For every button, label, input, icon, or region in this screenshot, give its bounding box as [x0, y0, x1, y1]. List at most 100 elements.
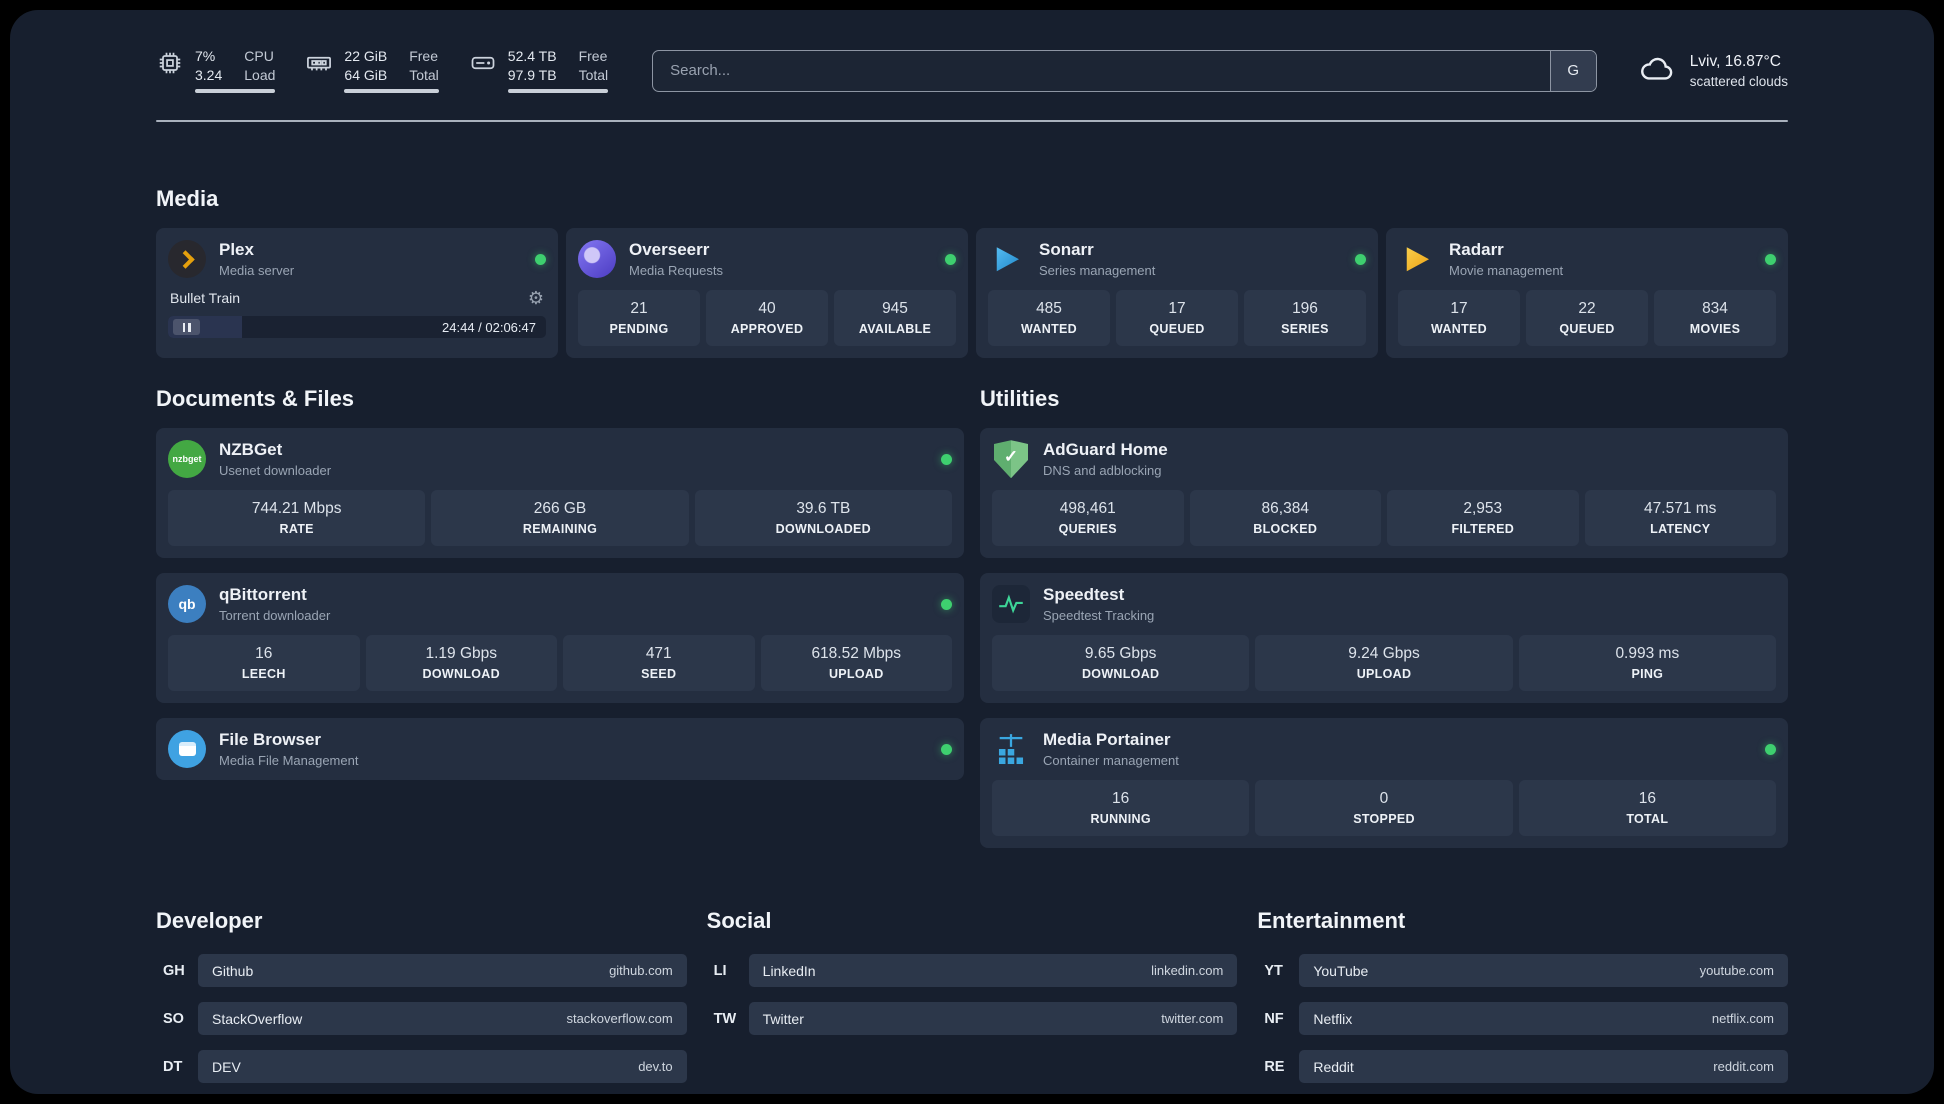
bookmark-link-twitter[interactable]: Twitter twitter.com [748, 1002, 1238, 1036]
stat-label: DOWNLOAD [1081, 667, 1160, 682]
app-card-plex[interactable]: Plex Media server Bullet Train ⚙ 24:44 /… [156, 228, 558, 359]
stat-value: 834 [1702, 300, 1728, 318]
stat-tile: 9.24 Gbps UPLOAD [1255, 635, 1513, 692]
stat-label: PENDING [609, 322, 669, 337]
gear-icon[interactable]: ⚙ [528, 289, 544, 307]
disk-total-value: 97.9 TB [507, 67, 557, 84]
app-card-portainer[interactable]: Media Portainer Container management 16 … [980, 718, 1788, 849]
stat-tile: 17 WANTED [1398, 290, 1520, 347]
section-media: Media Plex Media server Bullet Train ⚙ 2… [156, 186, 1788, 359]
cloud-icon [1637, 52, 1677, 89]
bookmark-row: LI LinkedIn linkedin.com [707, 954, 1238, 988]
stat-value: 2,953 [1463, 500, 1503, 518]
stat-value: 196 [1292, 300, 1318, 318]
qbittorrent-icon: qb [168, 585, 206, 624]
stat-tile: 39.6 TB DOWNLOADED [694, 490, 952, 547]
bookmark-link-youtube[interactable]: YouTube youtube.com [1299, 954, 1788, 988]
bookmark-group-social: Social LI LinkedIn linkedin.com TW Twitt… [707, 908, 1238, 1050]
bookmark-abbr: TW [713, 1010, 737, 1027]
bookmark-link-linkedin[interactable]: LinkedIn linkedin.com [748, 954, 1238, 988]
playback-progress-bar[interactable]: 24:44 / 02:06:47 [168, 316, 546, 339]
search-input[interactable] [653, 50, 1550, 91]
stat-value: 16 [1638, 790, 1656, 808]
app-name: NZBGet [219, 440, 283, 460]
app-card-radarr[interactable]: Radarr Movie management 17 WANTED 22 QUE… [1386, 228, 1788, 359]
stat-label: QUERIES [1058, 522, 1117, 537]
stat-value: 39.6 TB [796, 500, 851, 518]
bookmark-abbr: NF [1264, 1010, 1284, 1027]
app-desc: Media File Management [219, 753, 359, 769]
app-card-overseerr[interactable]: Overseerr Media Requests 21 PENDING 40 A… [566, 228, 968, 359]
ram-total-value: 64 GiB [344, 67, 388, 84]
stat-tile: 21 PENDING [578, 290, 700, 347]
section-documents: Documents & Files nzbget NZBGet Usenet d… [156, 386, 964, 781]
top-bar: 7% 3.24 CPU Load 22 GiB 64 GiB Free Tota… [156, 10, 1788, 94]
app-name: Speedtest [1043, 585, 1125, 605]
app-card-speedtest[interactable]: Speedtest Speedtest Tracking 9.65 Gbps D… [980, 573, 1788, 704]
stat-label: FILTERED [1451, 522, 1515, 537]
stat-label: WANTED [1021, 322, 1077, 337]
app-card-sonarr[interactable]: Sonarr Series management 485 WANTED 17 Q… [976, 228, 1378, 359]
bookmark-abbr: SO [163, 1010, 184, 1027]
stat-tile: 86,384 BLOCKED [1189, 490, 1381, 547]
stat-label: AVAILABLE [858, 322, 932, 337]
bookmark-link-stackoverflow[interactable]: StackOverflow stackoverflow.com [198, 1002, 687, 1036]
stat-value: 47.571 ms [1644, 500, 1717, 518]
app-desc: DNS and adblocking [1043, 463, 1162, 479]
playback-time: 24:44 / 02:06:47 [442, 319, 536, 335]
status-dot [941, 453, 952, 465]
stat-tile: 945 AVAILABLE [834, 290, 956, 347]
stat-value: 498,461 [1059, 500, 1116, 518]
bookmark-link-dev[interactable]: DEV dev.to [198, 1050, 687, 1084]
disk-monitor: 52.4 TB 97.9 TB Free Total [469, 48, 609, 94]
radarr-icon [1398, 240, 1436, 278]
cpu-usage-value: 7% [195, 48, 216, 64]
stat-label: MOVIES [1689, 322, 1741, 337]
disk-usage-bar [507, 89, 609, 94]
bookmark-link-netflix[interactable]: Netflix netflix.com [1299, 1002, 1788, 1036]
bookmark-abbr: RE [1264, 1058, 1285, 1075]
stat-value: 22 [1578, 300, 1596, 318]
stat-tile: 618.52 Mbps UPLOAD [760, 635, 952, 692]
app-desc: Series management [1039, 263, 1156, 279]
pause-button[interactable] [173, 319, 200, 336]
weather-widget[interactable]: Lviv, 16.87°C scattered clouds [1637, 52, 1788, 89]
stat-label: BLOCKED [1253, 522, 1318, 537]
stat-value: 266 GB [533, 500, 587, 518]
bookmark-link-github[interactable]: Github github.com [198, 954, 687, 988]
stat-tile: 2,953 FILTERED [1387, 490, 1579, 547]
stat-value: 21 [630, 300, 648, 318]
app-name: qBittorrent [219, 585, 307, 605]
bookmark-row: SO StackOverflow stackoverflow.com [156, 1002, 687, 1036]
app-card-qbittorrent[interactable]: qb qBittorrent Torrent downloader 16 LEE… [156, 573, 964, 704]
app-desc: Media Requests [629, 263, 723, 279]
stat-value: 86,384 [1261, 500, 1309, 518]
section-utilities: Utilities AdGuard Home DNS and adblockin… [980, 386, 1788, 849]
disk-free-label: Free [578, 48, 608, 64]
nzbget-icon: nzbget [168, 440, 206, 479]
bookmark-link-reddit[interactable]: Reddit reddit.com [1299, 1050, 1788, 1084]
app-card-filebrowser[interactable]: File Browser Media File Management [156, 718, 964, 781]
search-engine-button[interactable]: G [1549, 50, 1596, 91]
adguard-icon [992, 440, 1030, 479]
disk-free-value: 52.4 TB [507, 48, 557, 64]
stat-tile: 16 RUNNING [992, 780, 1250, 837]
overseerr-icon [578, 240, 616, 279]
app-card-nzbget[interactable]: nzbget NZBGet Usenet downloader 744.21 M… [156, 428, 964, 559]
stat-tile: 0.993 ms PING [1518, 635, 1776, 692]
bookmark-abbr: DT [163, 1058, 183, 1075]
stat-label: UPLOAD [828, 667, 884, 682]
stat-label: RATE [279, 522, 314, 537]
stat-label: LEECH [241, 667, 286, 682]
stat-value: 485 [1036, 300, 1062, 318]
disk-total-label: Total [578, 67, 609, 84]
app-card-adguard[interactable]: AdGuard Home DNS and adblocking 498,461 … [980, 428, 1788, 559]
stat-tile: 9.65 Gbps DOWNLOAD [992, 635, 1250, 692]
stat-label: QUEUED [1149, 322, 1205, 337]
stat-tile: 498,461 QUERIES [992, 490, 1184, 547]
stat-value: 1.19 Gbps [425, 645, 498, 663]
bookmark-group-entertainment: Entertainment YT YouTube youtube.com NF … [1257, 908, 1788, 1094]
app-desc: Movie management [1449, 263, 1564, 279]
section-title-entertainment: Entertainment [1257, 908, 1406, 934]
stat-label: SEED [641, 667, 677, 682]
